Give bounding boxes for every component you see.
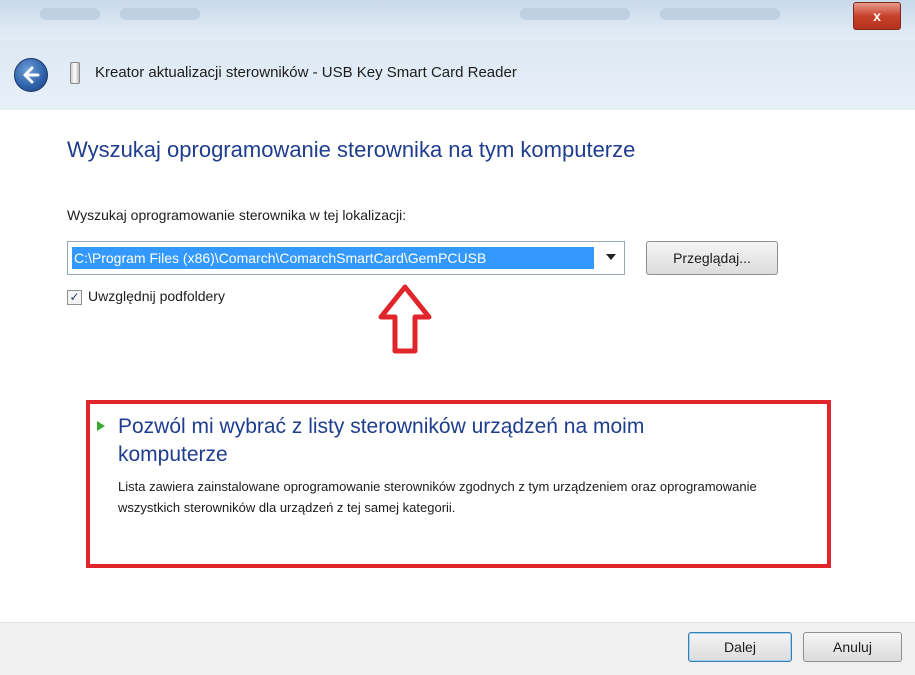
green-arrow-icon xyxy=(97,421,105,431)
page-heading: Wyszukaj oprogramowanie sterownika na ty… xyxy=(67,137,636,162)
location-combobox[interactable]: C:\Program Files (x86)\Comarch\ComarchSm… xyxy=(67,241,625,275)
blurred-taskbar-item xyxy=(40,8,100,20)
red-up-arrow-icon xyxy=(378,284,432,354)
back-arrow-icon xyxy=(23,66,40,84)
cancel-button[interactable]: Anuluj xyxy=(803,632,902,662)
dropdown-arrow-icon[interactable] xyxy=(606,254,616,260)
choose-from-list-description: Lista zawiera zainstalowane oprogramowan… xyxy=(118,479,757,515)
blurred-taskbar-item xyxy=(120,8,200,20)
window-title: Kreator aktualizacji sterowników - USB K… xyxy=(95,64,517,81)
blurred-taskbar-item xyxy=(660,8,780,20)
blurred-taskbar-item xyxy=(520,8,630,20)
location-label: Wyszukaj oprogramowanie sterownika w tej… xyxy=(67,207,407,223)
back-button[interactable] xyxy=(14,58,48,92)
include-subfolders-label[interactable]: Uwzględnij podfoldery xyxy=(88,288,225,304)
usb-device-icon xyxy=(70,62,80,84)
location-input-value[interactable]: C:\Program Files (x86)\Comarch\ComarchSm… xyxy=(72,247,594,269)
browse-button[interactable]: Przeglądaj... xyxy=(646,241,778,275)
choose-from-list-link[interactable]: Pozwól mi wybrać z listy sterowników urz… xyxy=(118,413,738,469)
next-button[interactable]: Dalej xyxy=(688,632,792,662)
close-button[interactable]: x xyxy=(853,2,901,30)
window-frame-top: x xyxy=(0,0,915,40)
checkmark-icon: ✓ xyxy=(69,290,80,304)
include-subfolders-checkbox[interactable]: ✓ xyxy=(67,290,82,305)
